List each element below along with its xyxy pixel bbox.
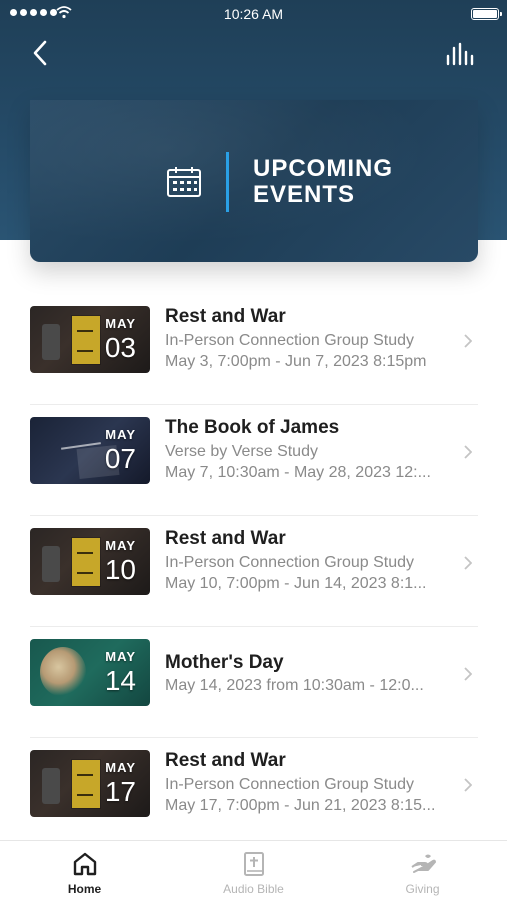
event-item[interactable]: MAY 07 The Book of James Verse by Verse …: [30, 405, 478, 516]
event-date: May 14, 2023 from 10:30am - 12:0...: [165, 677, 424, 694]
tab-giving-label: Giving: [405, 882, 440, 896]
event-item[interactable]: MAY 14 Mother's Day May 14, 2023 from 10…: [30, 627, 478, 738]
event-date: May 17, 7:00pm - Jun 21, 2023 8:15...: [165, 797, 436, 814]
back-button[interactable]: [28, 38, 54, 68]
event-day: 14: [104, 665, 136, 696]
chevron-right-icon: [464, 445, 472, 459]
event-title: Mother's Day: [165, 652, 284, 673]
event-date: May 7, 10:30am - May 28, 2023 12:...: [165, 464, 431, 481]
chevron-left-icon: [33, 40, 47, 66]
event-title: Rest and War: [165, 306, 286, 327]
event-thumbnail: MAY 03: [30, 306, 150, 373]
event-title: The Book of James: [165, 417, 340, 438]
event-month: MAY: [105, 427, 136, 442]
event-title: Rest and War: [165, 750, 286, 771]
calendar-icon: [167, 167, 201, 197]
event-month: MAY: [105, 316, 136, 331]
event-day: 17: [104, 776, 136, 807]
event-day: 03: [104, 332, 136, 363]
tab-audio-bible[interactable]: Audio Bible: [169, 841, 338, 900]
battery-icon: [471, 8, 502, 20]
chevron-right-icon: [464, 556, 472, 570]
event-title: Rest and War: [165, 528, 286, 549]
event-month: MAY: [105, 649, 136, 664]
chevron-right-icon: [464, 667, 472, 681]
event-subtitle: In-Person Connection Group Study: [165, 776, 415, 793]
tab-giving[interactable]: Giving: [338, 841, 507, 900]
event-item[interactable]: MAY 10 Rest and War In-Person Connection…: [30, 516, 478, 627]
banner-title-line1: UPCOMING: [253, 155, 393, 182]
event-item[interactable]: MAY 03 Rest and War In-Person Connection…: [30, 294, 478, 405]
event-thumbnail: MAY 07: [30, 417, 150, 484]
banner-title-line2: EVENTS: [253, 181, 356, 208]
tab-audio-bible-label: Audio Bible: [223, 882, 284, 896]
tab-bar: Home Audio Bible Giving: [0, 840, 507, 900]
event-subtitle: In-Person Connection Group Study: [165, 554, 415, 571]
banner-title: UPCOMING EVENTS: [253, 156, 423, 208]
event-thumbnail: MAY 17: [30, 750, 150, 817]
status-time: 10:26 AM: [223, 6, 284, 22]
event-date: May 3, 7:00pm - Jun 7, 2023 8:15pm: [165, 353, 427, 370]
audio-levels-button[interactable]: [445, 42, 477, 66]
banner-divider: [226, 152, 229, 212]
event-day: 10: [104, 554, 136, 585]
event-month: MAY: [105, 538, 136, 553]
events-list: MAY 03 Rest and War In-Person Connection…: [30, 294, 478, 849]
tab-home[interactable]: Home: [0, 841, 169, 900]
chevron-right-icon: [464, 334, 472, 348]
home-icon: [73, 852, 96, 876]
event-subtitle: In-Person Connection Group Study: [165, 332, 415, 349]
tab-home-label: Home: [67, 882, 102, 896]
bible-icon: [243, 852, 264, 876]
giving-hand-icon: [410, 854, 436, 873]
event-thumbnail: MAY 14: [30, 639, 150, 706]
audio-levels-icon: [446, 42, 474, 66]
event-thumbnail: MAY 10: [30, 528, 150, 595]
upcoming-events-banner: UPCOMING EVENTS: [30, 100, 478, 262]
event-item[interactable]: MAY 17 Rest and War In-Person Connection…: [30, 738, 478, 849]
event-subtitle: Verse by Verse Study: [165, 443, 318, 460]
event-date: May 10, 7:00pm - Jun 14, 2023 8:1...: [165, 575, 427, 592]
status-bar: 10:26 AM: [0, 0, 507, 28]
chevron-right-icon: [464, 778, 472, 792]
event-month: MAY: [105, 760, 136, 775]
event-day: 07: [104, 443, 136, 474]
